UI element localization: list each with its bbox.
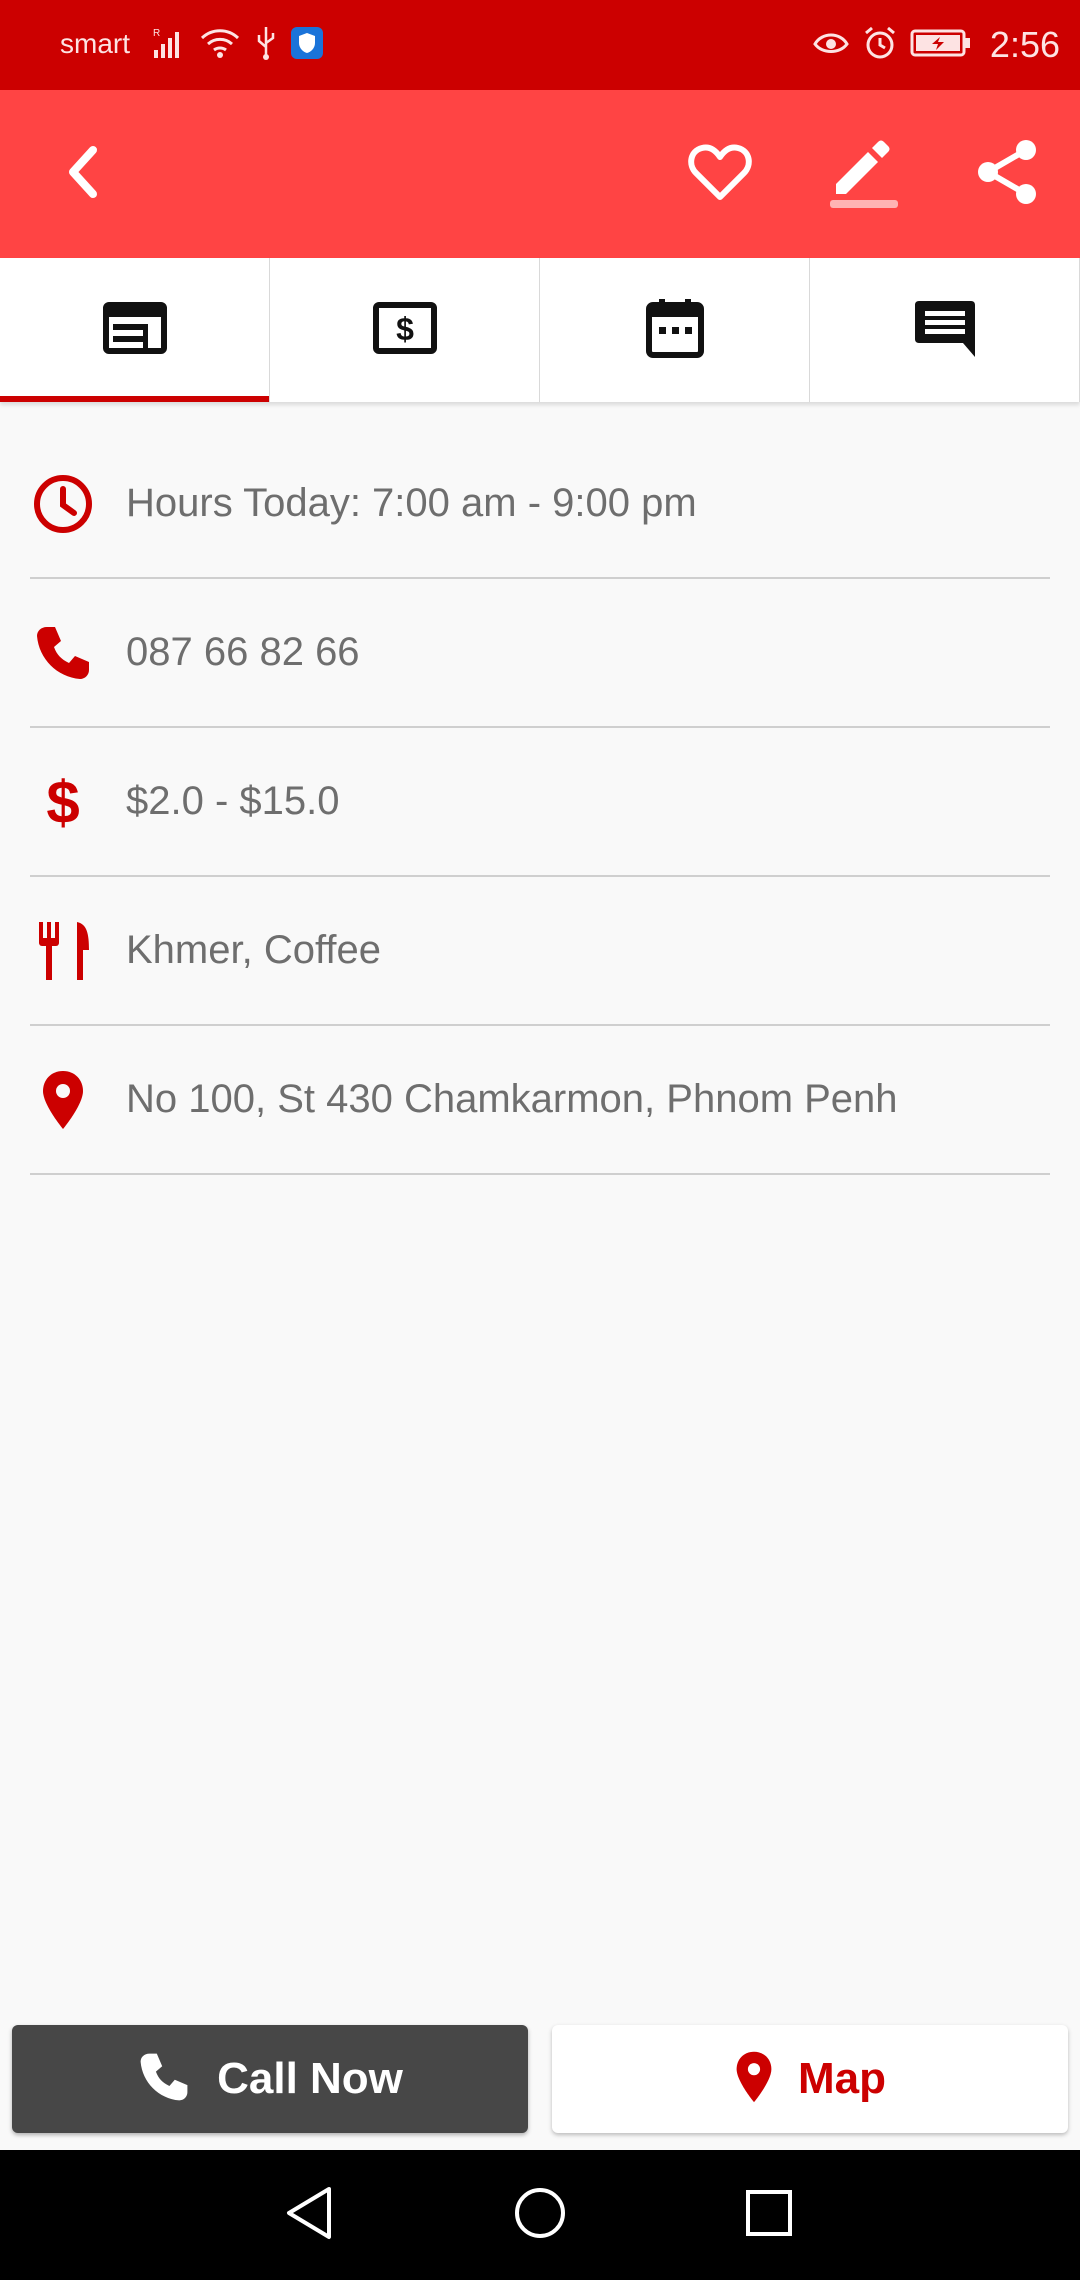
cuisine-text: Khmer, Coffee	[126, 928, 381, 972]
restaurant-icon	[30, 918, 96, 984]
price-row: $ $2.0 - $15.0	[30, 728, 1050, 877]
edit-icon	[826, 134, 902, 215]
call-now-label: Call Now	[217, 2054, 403, 2103]
eye-icon	[812, 28, 850, 63]
address-text: No 100, St 430 Chamkarmon, Phnom Penh	[126, 1077, 898, 1121]
clock: 2:56	[989, 24, 1060, 65]
calendar-icon	[645, 297, 705, 364]
svg-text:R: R	[153, 28, 160, 39]
svg-text:$: $	[46, 771, 79, 833]
status-bar: smart R 2:56	[0, 0, 1080, 90]
map-label: Map	[798, 2054, 886, 2103]
svg-text:$: $	[396, 311, 414, 347]
call-now-button[interactable]: Call Now	[12, 2025, 528, 2133]
status-icons-right: 2:56	[812, 20, 1060, 70]
nav-home-button[interactable]	[505, 2180, 575, 2250]
favorite-button[interactable]	[670, 124, 770, 224]
nav-back-button[interactable]	[274, 2180, 344, 2250]
phone-icon	[137, 2050, 191, 2109]
phone-row[interactable]: 087 66 82 66	[30, 579, 1050, 728]
share-icon	[976, 138, 1040, 211]
dollar-icon: $	[30, 769, 96, 835]
price-icon: $	[372, 301, 437, 359]
nav-recents-button[interactable]	[734, 2180, 804, 2250]
tab-calendar[interactable]	[540, 258, 810, 402]
phone-icon	[30, 620, 96, 686]
shield-app-icon	[290, 26, 324, 65]
square-recents-icon	[744, 2188, 794, 2243]
hours-text: Hours Today: 7:00 am - 9:00 pm	[126, 481, 697, 525]
tab-overview[interactable]	[0, 258, 270, 402]
comment-icon	[913, 297, 977, 364]
phone-text: 087 66 82 66	[126, 630, 360, 674]
info-list: Hours Today: 7:00 am - 9:00 pm 087 66 82…	[30, 430, 1050, 1175]
detail-tabs: $	[0, 258, 1080, 402]
address-row[interactable]: No 100, St 430 Chamkarmon, Phnom Penh	[30, 1026, 1050, 1175]
tab-price[interactable]: $	[270, 258, 540, 402]
hours-row: Hours Today: 7:00 am - 9:00 pm	[30, 430, 1050, 579]
status-icons-left: R	[152, 20, 324, 70]
carrier-label: smart	[60, 28, 130, 59]
wifi-icon	[198, 26, 242, 65]
battery-icon	[910, 28, 972, 63]
tab-comments[interactable]	[810, 258, 1080, 402]
bottom-actions: Call Now Map	[0, 2010, 1080, 2150]
app-bar	[0, 90, 1080, 258]
back-button[interactable]	[34, 124, 134, 224]
triangle-back-icon	[281, 2183, 337, 2248]
price-text: $2.0 - $15.0	[126, 779, 340, 823]
location-pin-icon	[30, 1067, 96, 1133]
cuisine-row: Khmer, Coffee	[30, 877, 1050, 1026]
edit-button[interactable]	[814, 124, 914, 224]
share-button[interactable]	[958, 124, 1058, 224]
signal-icon: R	[152, 26, 186, 65]
map-button[interactable]: Map	[552, 2025, 1068, 2133]
alarm-icon	[862, 25, 898, 66]
clock-icon	[30, 471, 96, 537]
overview-icon	[102, 301, 167, 359]
chevron-left-icon	[59, 142, 109, 207]
location-pin-icon	[734, 2050, 774, 2109]
circle-home-icon	[512, 2185, 568, 2246]
usb-icon	[254, 25, 278, 66]
system-nav-bar	[0, 2150, 1080, 2280]
heart-icon	[688, 143, 752, 206]
